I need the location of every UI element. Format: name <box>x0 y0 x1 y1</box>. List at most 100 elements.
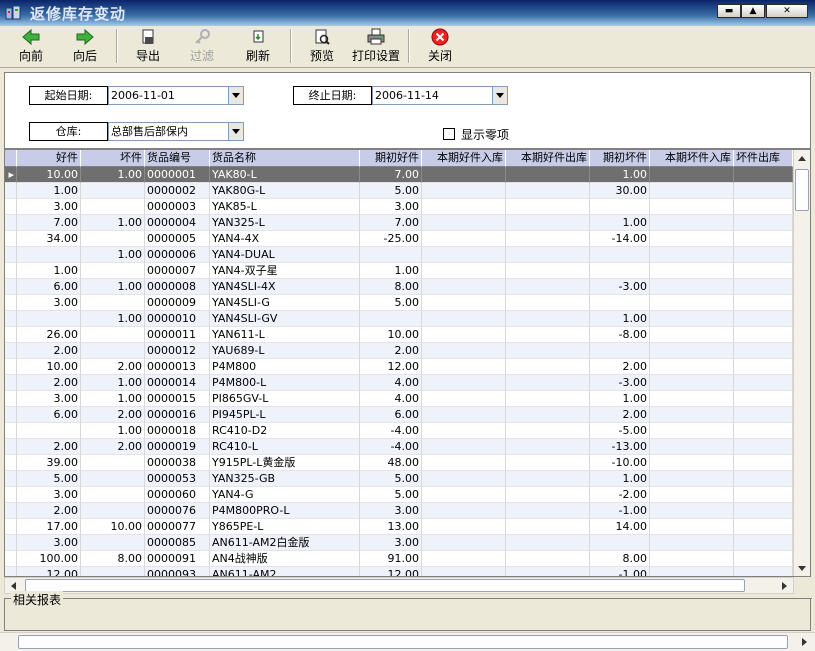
table-cell[interactable]: P4M800PRO-L <box>210 503 360 519</box>
table-cell[interactable] <box>81 567 145 576</box>
table-cell[interactable] <box>506 567 590 576</box>
table-row[interactable]: 7.00 1.00 0000004 YAN325-L 7.00 1.00 <box>5 215 793 231</box>
table-cell[interactable]: -25.00 <box>360 231 422 247</box>
table-cell[interactable] <box>650 327 734 343</box>
column-header[interactable]: 期初坏件 <box>590 150 650 167</box>
table-cell[interactable]: 0000009 <box>145 295 210 311</box>
table-cell[interactable] <box>734 535 793 551</box>
table-cell[interactable]: 1.00 <box>17 183 81 199</box>
table-cell[interactable]: YAN4-4X <box>210 231 360 247</box>
table-cell[interactable]: 3.00 <box>17 535 81 551</box>
table-cell[interactable]: -3.00 <box>590 375 650 391</box>
table-cell[interactable]: 1.00 <box>81 215 145 231</box>
table-cell[interactable] <box>422 295 506 311</box>
table-cell[interactable] <box>81 327 145 343</box>
table-cell[interactable]: 1.00 <box>81 247 145 263</box>
table-cell[interactable] <box>650 455 734 471</box>
table-cell[interactable]: 2.00 <box>17 439 81 455</box>
table-cell[interactable]: 2.00 <box>590 407 650 423</box>
column-header[interactable]: 坏件 <box>81 150 145 167</box>
column-header[interactable]: 本期好件入库 <box>422 150 506 167</box>
table-cell[interactable]: -14.00 <box>590 231 650 247</box>
table-cell[interactable] <box>422 487 506 503</box>
table-cell[interactable]: 91.00 <box>360 551 422 567</box>
table-cell[interactable] <box>422 391 506 407</box>
table-cell[interactable]: 0000019 <box>145 439 210 455</box>
table-cell[interactable] <box>17 311 81 327</box>
table-cell[interactable] <box>506 423 590 439</box>
table-cell[interactable]: 0000016 <box>145 407 210 423</box>
vertical-scroll-thumb[interactable] <box>795 169 809 211</box>
table-row[interactable]: 10.00 2.00 0000013 P4M800 12.00 2.00 <box>5 359 793 375</box>
table-cell[interactable]: 10.00 <box>360 327 422 343</box>
table-cell[interactable] <box>734 231 793 247</box>
table-cell[interactable] <box>422 215 506 231</box>
table-row[interactable]: 2.00 2.00 0000019 RC410-L -4.00 -13.00 <box>5 439 793 455</box>
table-cell[interactable]: 0000013 <box>145 359 210 375</box>
table-cell[interactable] <box>650 279 734 295</box>
table-cell[interactable]: -2.00 <box>590 487 650 503</box>
table-cell[interactable]: 6.00 <box>17 407 81 423</box>
table-cell[interactable]: 1.00 <box>81 391 145 407</box>
table-cell[interactable]: YAK85-L <box>210 199 360 215</box>
table-cell[interactable] <box>360 247 422 263</box>
table-cell[interactable] <box>650 503 734 519</box>
table-cell[interactable]: 2.00 <box>17 343 81 359</box>
table-row[interactable]: 3.00 0000009 YAN4SLI-G 5.00 <box>5 295 793 311</box>
table-cell[interactable]: 0000077 <box>145 519 210 535</box>
table-cell[interactable] <box>734 247 793 263</box>
table-cell[interactable]: 5.00 <box>360 295 422 311</box>
table-cell[interactable]: RC410-L <box>210 439 360 455</box>
column-header[interactable]: 本期坏件入库 <box>650 150 734 167</box>
table-cell[interactable]: 5.00 <box>360 487 422 503</box>
table-cell[interactable] <box>422 471 506 487</box>
table-cell[interactable] <box>590 247 650 263</box>
table-cell[interactable] <box>422 263 506 279</box>
table-cell[interactable]: 1.00 <box>81 279 145 295</box>
table-cell[interactable] <box>734 215 793 231</box>
table-cell[interactable]: 0000085 <box>145 535 210 551</box>
table-cell[interactable]: YAK80G-L <box>210 183 360 199</box>
table-cell[interactable] <box>422 231 506 247</box>
table-cell[interactable]: 0000014 <box>145 375 210 391</box>
table-cell[interactable] <box>734 359 793 375</box>
table-cell[interactable]: 3.00 <box>17 487 81 503</box>
table-cell[interactable]: -5.00 <box>590 423 650 439</box>
scroll-down-icon[interactable] <box>797 565 807 573</box>
table-cell[interactable]: 4.00 <box>360 391 422 407</box>
table-cell[interactable]: 17.00 <box>17 519 81 535</box>
table-cell[interactable]: 0000053 <box>145 471 210 487</box>
back-button[interactable]: 向前 <box>10 28 52 64</box>
table-cell[interactable] <box>506 199 590 215</box>
show-zero-checkbox[interactable] <box>443 128 455 140</box>
table-cell[interactable] <box>81 199 145 215</box>
table-cell[interactable] <box>734 199 793 215</box>
table-cell[interactable]: 0000004 <box>145 215 210 231</box>
table-row[interactable]: 26.00 0000011 YAN611-L 10.00 -8.00 <box>5 327 793 343</box>
table-cell[interactable] <box>734 487 793 503</box>
table-cell[interactable] <box>506 535 590 551</box>
table-cell[interactable] <box>650 167 734 183</box>
table-cell[interactable] <box>422 519 506 535</box>
table-cell[interactable] <box>650 263 734 279</box>
table-row[interactable]: 17.00 10.00 0000077 Y865PE-L 13.00 14.00 <box>5 519 793 535</box>
table-cell[interactable] <box>734 279 793 295</box>
chevron-down-icon[interactable] <box>492 87 507 104</box>
column-header[interactable]: 好件 <box>17 150 81 167</box>
table-cell[interactable]: 0000076 <box>145 503 210 519</box>
table-cell[interactable] <box>650 311 734 327</box>
table-cell[interactable]: 12.00 <box>360 567 422 576</box>
table-cell[interactable]: 26.00 <box>17 327 81 343</box>
table-cell[interactable] <box>734 551 793 567</box>
table-cell[interactable] <box>422 567 506 576</box>
table-cell[interactable] <box>506 183 590 199</box>
table-cell[interactable]: 1.00 <box>360 263 422 279</box>
table-cell[interactable] <box>506 375 590 391</box>
table-cell[interactable] <box>734 343 793 359</box>
table-cell[interactable] <box>650 535 734 551</box>
table-cell[interactable]: 0000038 <box>145 455 210 471</box>
table-cell[interactable] <box>590 199 650 215</box>
table-cell[interactable] <box>650 183 734 199</box>
table-cell[interactable]: 3.00 <box>360 503 422 519</box>
table-cell[interactable]: YAK80-L <box>210 167 360 183</box>
